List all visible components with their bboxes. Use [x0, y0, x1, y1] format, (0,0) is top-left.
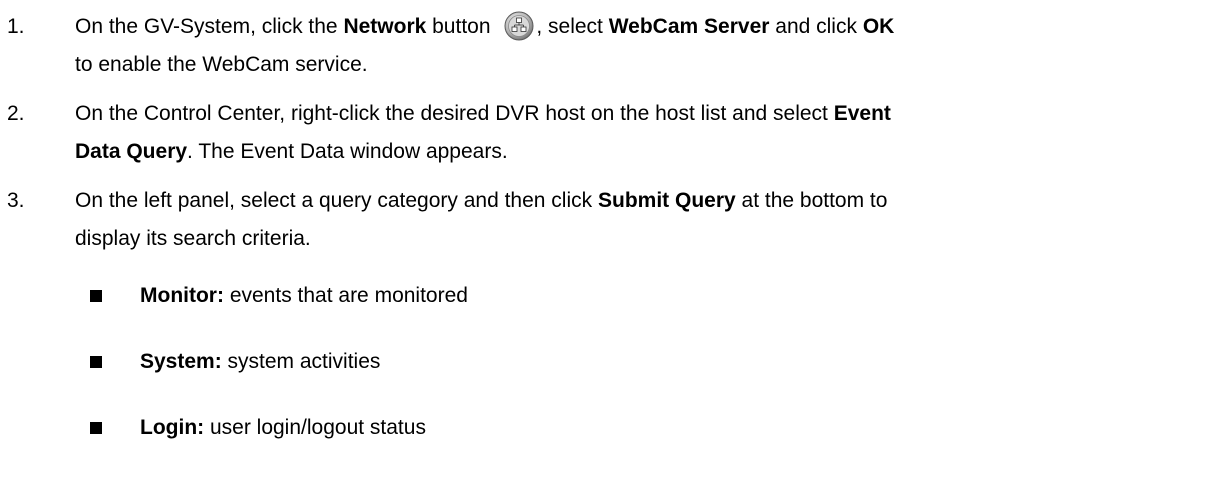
text: at the bottom to [735, 189, 888, 212]
step-2-line-2: Data Query. The Event Data window appear… [75, 135, 508, 169]
list-item-text: System: system activities [140, 345, 380, 379]
text: On the Control Center, right-click the d… [75, 102, 834, 125]
list-item-text: Login: user login/logout status [140, 411, 426, 445]
category-term: Monitor: [140, 284, 224, 307]
category-description: events that are monitored [223, 284, 468, 307]
event-term: Event [833, 102, 891, 125]
category-term: System: [140, 350, 222, 373]
bullet-square-icon [90, 356, 102, 368]
text: , select [536, 15, 609, 38]
category-description: user login/logout status [204, 416, 426, 439]
text: On the GV-System, click the [75, 15, 344, 38]
bullet-square-icon [90, 290, 102, 302]
step-2-line-1: On the Control Center, right-click the d… [75, 97, 891, 131]
document-page: 1. On the GV-System, click the Network b… [0, 0, 1222, 482]
webcam-server-term: WebCam Server [608, 15, 770, 38]
step-1-line-1: On the GV-System, click the Network butt… [75, 10, 894, 44]
list-item-text: Monitor: events that are monitored [140, 279, 468, 313]
category-description: system activities [221, 350, 381, 373]
bullet-square-icon [90, 422, 102, 434]
category-term: Login: [140, 416, 205, 439]
step-number: 3. [7, 189, 25, 212]
step-3-line-1: On the left panel, select a query catego… [75, 184, 887, 218]
network-icon [504, 11, 534, 41]
text: and click [769, 15, 863, 38]
step-number: 2. [7, 102, 25, 125]
step-3-line-2: display its search criteria. [75, 227, 311, 250]
text: On the left panel, select a query catego… [75, 189, 598, 212]
list-item: Monitor: events that are monitored [0, 279, 1222, 313]
submit-query-term: Submit Query [597, 189, 736, 212]
text: button [426, 15, 497, 38]
network-term: Network [343, 15, 427, 38]
data-query-term: Data Query [75, 140, 188, 163]
text: . The Event Data window appears. [187, 140, 508, 163]
list-item: System: system activities [0, 345, 1222, 379]
step-1-line-2: to enable the WebCam service. [75, 53, 368, 76]
step-number: 1. [7, 15, 25, 38]
ok-term: OK [862, 15, 895, 38]
list-item: Login: user login/logout status [0, 411, 1222, 445]
